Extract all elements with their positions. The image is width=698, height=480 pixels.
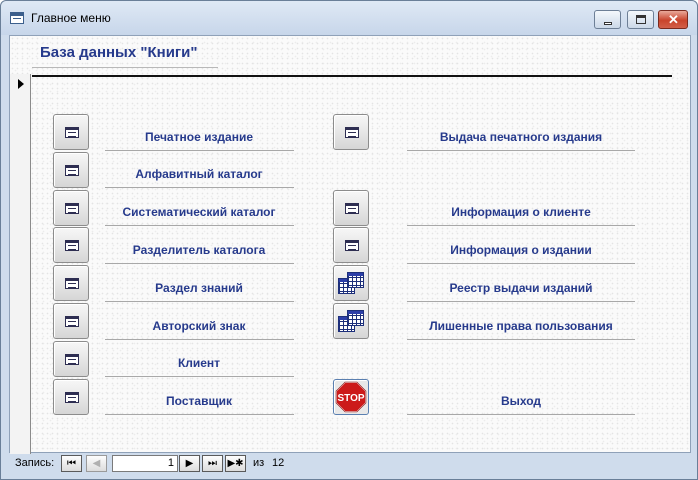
title-bar[interactable]: Главное меню ✕ bbox=[1, 1, 697, 35]
label-underline bbox=[105, 150, 294, 151]
menu-label-razdel-znanii[interactable]: Раздел знаний bbox=[105, 281, 293, 297]
form-header-title: База данных "Книги" bbox=[40, 44, 198, 61]
form-icon bbox=[65, 165, 79, 176]
new-record-button[interactable]: ▶✱ bbox=[225, 455, 246, 472]
label-underline bbox=[105, 414, 294, 415]
menu-label-lishennye-prava[interactable]: Лишенные права пользования bbox=[407, 319, 635, 335]
label-underline bbox=[105, 339, 294, 340]
label-underline bbox=[407, 263, 635, 264]
open-form-button-razdelitel-kataloga[interactable] bbox=[53, 227, 89, 263]
form-icon bbox=[65, 127, 79, 138]
form-icon bbox=[65, 354, 79, 365]
open-form-button-klient[interactable] bbox=[53, 341, 89, 377]
previous-record-icon: ◀ bbox=[92, 458, 101, 469]
record-total: 12 bbox=[272, 457, 285, 469]
label-underline bbox=[407, 414, 635, 415]
last-record-button[interactable]: ⏭ bbox=[202, 455, 223, 472]
stop-icon: STOP bbox=[335, 381, 367, 413]
previous-record-button[interactable]: ◀ bbox=[86, 455, 107, 472]
record-label: Запись: bbox=[15, 457, 55, 469]
open-report-button-lishennye-prava[interactable] bbox=[333, 303, 369, 339]
table-icon bbox=[338, 308, 366, 336]
open-form-button-postavshchik[interactable] bbox=[53, 379, 89, 415]
form-window-icon bbox=[10, 12, 24, 24]
open-form-button-info-izdanie[interactable] bbox=[333, 227, 369, 263]
minimize-icon bbox=[604, 22, 612, 25]
form-body: База данных "Книги" Печатное издание Алф… bbox=[9, 35, 691, 454]
maximize-icon bbox=[636, 15, 646, 24]
current-record-field[interactable]: 1 bbox=[112, 455, 178, 472]
open-form-button-info-klient[interactable] bbox=[333, 190, 369, 226]
menu-label-reestr[interactable]: Реестр выдачи изданий bbox=[407, 281, 635, 297]
label-underline bbox=[407, 339, 635, 340]
table-icon bbox=[338, 270, 366, 298]
menu-label-info-izdanie[interactable]: Информация о издании bbox=[407, 243, 635, 259]
menu-label-info-klient[interactable]: Информация о клиенте bbox=[407, 205, 635, 221]
label-underline bbox=[407, 225, 635, 226]
label-underline bbox=[407, 150, 635, 151]
label-underline bbox=[105, 301, 294, 302]
open-form-button-avtorskii-znak[interactable] bbox=[53, 303, 89, 339]
label-underline bbox=[105, 376, 294, 377]
menu-label-razdelitel-kataloga[interactable]: Разделитель каталога bbox=[105, 243, 293, 259]
last-record-icon: ⏭ bbox=[208, 458, 217, 469]
next-record-button[interactable]: ▶ bbox=[179, 455, 200, 472]
current-record-arrow-icon bbox=[18, 79, 24, 89]
main-menu-window: Главное меню ✕ База данных "Книги" Печат… bbox=[0, 0, 698, 480]
form-icon bbox=[345, 240, 359, 251]
label-underline bbox=[105, 263, 294, 264]
open-form-button-razdel-znanii[interactable] bbox=[53, 265, 89, 301]
close-icon: ✕ bbox=[668, 12, 679, 27]
menu-label-postavshchik[interactable]: Поставщик bbox=[105, 394, 293, 410]
menu-label-vydacha-izdaniya[interactable]: Выдача печатного издания bbox=[407, 130, 635, 146]
menu-label-alfavitnyi-katalog[interactable]: Алфавитный каталог bbox=[105, 167, 293, 183]
svg-text:STOP: STOP bbox=[337, 393, 364, 404]
next-record-icon: ▶ bbox=[185, 458, 194, 469]
first-record-icon: ⏮ bbox=[67, 458, 76, 469]
form-icon bbox=[65, 392, 79, 403]
record-of-label: из bbox=[253, 457, 265, 469]
label-underline bbox=[105, 225, 294, 226]
minimize-button[interactable] bbox=[594, 10, 621, 29]
menu-label-exit[interactable]: Выход bbox=[407, 394, 635, 410]
header-underline bbox=[32, 67, 218, 68]
close-button[interactable]: ✕ bbox=[658, 10, 688, 29]
window-title: Главное меню bbox=[31, 11, 111, 25]
open-form-button-pechatnoe-izdanie[interactable] bbox=[53, 114, 89, 150]
menu-label-avtorskii-znak[interactable]: Авторский знак bbox=[105, 319, 293, 335]
form-icon bbox=[65, 278, 79, 289]
form-icon bbox=[345, 127, 359, 138]
form-icon bbox=[345, 203, 359, 214]
menu-label-sistematicheskii-katalog[interactable]: Систематический каталог bbox=[105, 205, 293, 221]
form-icon bbox=[65, 203, 79, 214]
open-form-button-alfavitnyi-katalog[interactable] bbox=[53, 152, 89, 188]
first-record-button[interactable]: ⏮ bbox=[61, 455, 82, 472]
record-selector-bar[interactable] bbox=[10, 74, 31, 454]
form-icon bbox=[65, 240, 79, 251]
record-navigation-bar: Запись: ⏮ ◀ 1 ▶ ⏭ ▶✱ из 12 bbox=[9, 453, 691, 475]
label-underline bbox=[407, 301, 635, 302]
open-form-button-sistematicheskii-katalog[interactable] bbox=[53, 190, 89, 226]
form-icon bbox=[65, 316, 79, 327]
maximize-button[interactable] bbox=[627, 10, 654, 29]
exit-button[interactable]: STOP bbox=[333, 379, 369, 415]
open-report-button-reestr[interactable] bbox=[333, 265, 369, 301]
menu-label-pechatnoe-izdanie[interactable]: Печатное издание bbox=[105, 130, 293, 146]
open-form-button-vydacha-izdaniya[interactable] bbox=[333, 114, 369, 150]
menu-label-klient[interactable]: Клиент bbox=[105, 356, 293, 372]
new-record-icon: ▶✱ bbox=[227, 458, 244, 469]
label-underline bbox=[105, 187, 294, 188]
header-divider bbox=[32, 75, 672, 77]
